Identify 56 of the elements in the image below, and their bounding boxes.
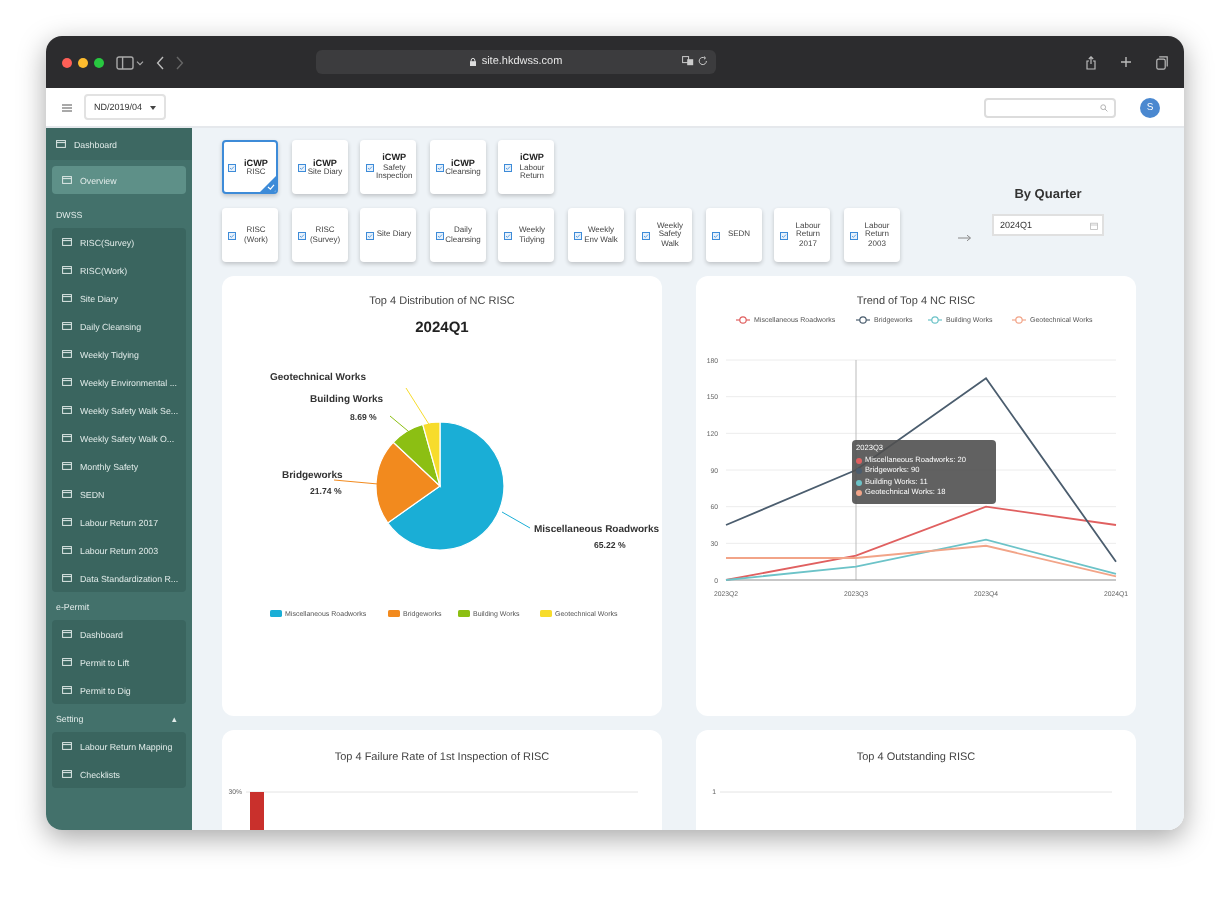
checkbox-icon bbox=[366, 231, 374, 239]
folder-icon bbox=[62, 378, 72, 386]
bar bbox=[250, 792, 264, 830]
tabs-icon[interactable] bbox=[1156, 55, 1168, 69]
search-field[interactable] bbox=[984, 97, 1116, 117]
checkbox-icon bbox=[849, 231, 857, 239]
folder-icon bbox=[62, 434, 72, 442]
close-icon[interactable] bbox=[62, 57, 72, 67]
leader-line bbox=[333, 479, 379, 485]
checkbox-icon bbox=[504, 231, 512, 239]
checkbox-icon bbox=[504, 163, 512, 171]
folder-icon bbox=[62, 266, 72, 274]
checkbox-icon bbox=[435, 163, 443, 171]
checkbox-icon bbox=[366, 163, 374, 171]
checkbox-icon bbox=[228, 231, 236, 239]
back-icon[interactable] bbox=[156, 55, 164, 69]
folder-icon bbox=[62, 322, 72, 330]
folder-icon bbox=[62, 574, 72, 582]
folder-icon bbox=[62, 350, 72, 358]
folder-icon bbox=[62, 238, 72, 246]
folder-icon bbox=[62, 630, 72, 638]
checkbox-icon bbox=[642, 231, 650, 239]
checkbox-icon bbox=[780, 231, 788, 239]
folder-icon bbox=[62, 462, 72, 470]
checkbox-icon bbox=[228, 163, 236, 171]
checkbox-icon bbox=[297, 231, 305, 239]
sidebar-toggle-icon[interactable] bbox=[116, 55, 144, 69]
calendar-icon bbox=[1090, 221, 1098, 229]
folder-icon bbox=[62, 490, 72, 498]
folder-icon bbox=[62, 658, 72, 666]
checkbox-icon bbox=[297, 163, 305, 171]
minimize-icon[interactable] bbox=[78, 57, 88, 67]
folder-icon bbox=[62, 770, 72, 778]
lock-icon bbox=[469, 58, 476, 66]
forward-icon[interactable] bbox=[176, 55, 184, 69]
folder-icon bbox=[62, 294, 72, 302]
reload-icon[interactable] bbox=[698, 56, 708, 66]
search-icon bbox=[1100, 103, 1108, 111]
checkbox-icon bbox=[573, 231, 581, 239]
plus-icon[interactable] bbox=[1120, 56, 1132, 68]
caret-icon bbox=[150, 105, 157, 109]
folder-icon bbox=[62, 518, 72, 526]
arrow-icon bbox=[958, 234, 972, 242]
share-icon[interactable] bbox=[1086, 55, 1096, 69]
folder-icon bbox=[62, 546, 72, 554]
folder-icon bbox=[62, 686, 72, 694]
check-corner-icon bbox=[260, 176, 276, 192]
maximize-icon[interactable] bbox=[94, 57, 104, 67]
folder-icon bbox=[62, 742, 72, 750]
leader-line bbox=[501, 511, 531, 529]
translate-icon[interactable] bbox=[682, 56, 694, 66]
checkbox-icon bbox=[711, 231, 719, 239]
checkbox-icon bbox=[435, 231, 443, 239]
folder-icon bbox=[62, 176, 72, 184]
folder-icon bbox=[62, 406, 72, 414]
folder-icon bbox=[56, 140, 66, 148]
